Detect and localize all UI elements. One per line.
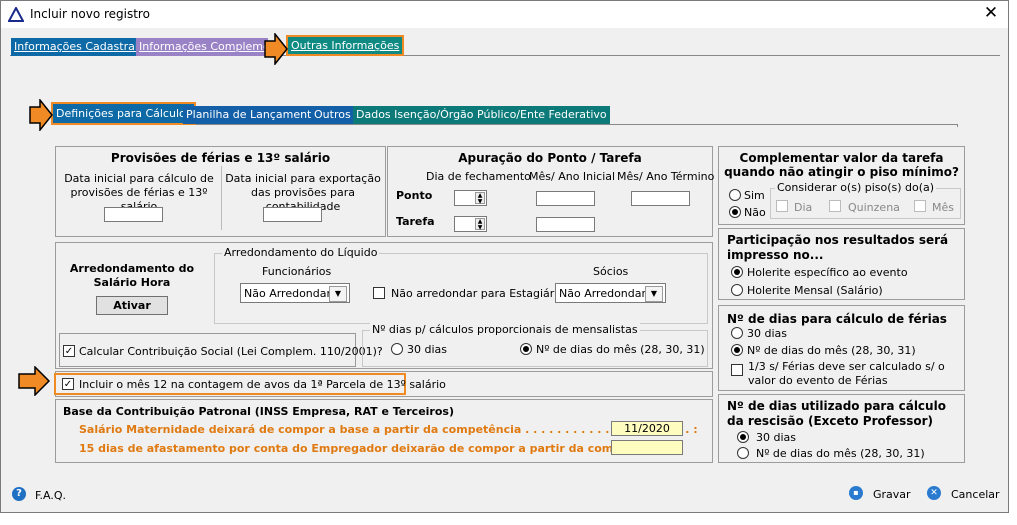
piso-mes-label: Mês — [932, 201, 954, 214]
contribuicao-social-label: Calcular Contribuição Social (Lei Comple… — [79, 345, 383, 358]
complementar-nao-radio[interactable] — [729, 206, 741, 218]
help-icon[interactable]: ? — [12, 487, 26, 501]
participacao-mensal-radio[interactable] — [731, 284, 743, 296]
apuracao-col-inicial: Mês/ Ano Inicial — [529, 170, 616, 183]
rescisao-30-radio[interactable] — [737, 431, 749, 443]
ferias-terco-checkbox[interactable] — [731, 364, 743, 376]
participacao-mensal-label: Holerite Mensal (Salário) — [747, 284, 883, 297]
orange-arrow-icon — [29, 99, 53, 131]
provisoes-calculo-input[interactable] — [104, 207, 163, 222]
app-logo-icon — [8, 7, 24, 22]
afastamento-input[interactable] — [611, 440, 683, 455]
ponto-termino-input[interactable] — [631, 191, 690, 206]
tab-outras-informacoes[interactable]: Outras Informações — [286, 35, 405, 56]
proporcionais-30-label: 30 dias — [407, 343, 448, 356]
rescisao-mes-label: Nº de dias do mês (28, 30, 31) — [756, 447, 925, 460]
funcionarios-select[interactable]: Não Arredondar ▼ — [240, 283, 350, 303]
tab-informacoes-complementares[interactable]: Informações Complementares — [136, 38, 268, 56]
orange-arrow-icon — [18, 366, 51, 396]
mes12-label: Incluir o mês 12 na contagem de avos da … — [79, 378, 446, 391]
proporcionais-mes-radio[interactable] — [520, 343, 532, 355]
title-bar — [1, 1, 1008, 28]
arredondamento-salario-title: Arredondamento do Salário Hora — [69, 262, 195, 289]
ferias-terco-label: 1/3 s/ Férias deve ser calculado s/ o va… — [748, 360, 945, 387]
tab-planilha-lancamentos[interactable]: Planilha de Lançamentos — [183, 106, 327, 124]
apuracao-row-tarefa: Tarefa — [396, 215, 435, 228]
ponto-inicial-input[interactable] — [536, 191, 595, 206]
estagiario-checkbox[interactable] — [373, 287, 385, 299]
ponto-fechamento-spinner[interactable]: ▲ ▼ — [454, 190, 487, 206]
mes12-checkbox[interactable]: ✓ — [62, 378, 74, 390]
tarefa-inicial-input[interactable] — [536, 217, 595, 232]
pisos-group-label: Considerar o(s) piso(s) do(a) — [775, 181, 937, 194]
faq-link[interactable]: F.A.Q. — [35, 489, 66, 502]
piso-dia-checkbox[interactable] — [776, 200, 788, 212]
tarefa-fechamento-spinner[interactable]: ▲ ▼ — [454, 216, 487, 232]
ativar-button[interactable]: Ativar — [96, 296, 168, 315]
proporcionais-30-radio[interactable] — [391, 343, 403, 355]
ferias-30-radio[interactable] — [731, 327, 743, 339]
provisoes-divider — [221, 166, 222, 230]
complementar-sim-label: Sim — [744, 189, 765, 202]
provisoes-exportacao-input[interactable] — [263, 207, 322, 222]
close-icon[interactable]: ✕ — [980, 2, 1002, 24]
tab-informacoes-cadastrais[interactable]: Informações Cadastrais — [11, 38, 147, 56]
chevron-down-icon: ▼ — [645, 286, 663, 302]
save-icon[interactable]: ▪ — [849, 486, 863, 500]
gravar-button[interactable]: Gravar — [873, 488, 911, 501]
complementar-nao-label: Não — [744, 206, 766, 219]
tab-definicoes-calculos[interactable]: Definições para Cálculos — [51, 102, 197, 125]
socios-select[interactable]: Não Arredondar ▼ — [555, 283, 666, 303]
apuracao-col-termino: Mês/ Ano Término — [617, 170, 715, 183]
ferias-mes-radio[interactable] — [731, 344, 743, 356]
afastamento-label: 15 dias de afastamento por conta do Empr… — [79, 442, 676, 455]
apuracao-row-ponto: Ponto — [396, 189, 433, 202]
cancel-icon[interactable]: ✕ — [927, 486, 941, 500]
participacao-especifico-label: Holerite específico ao evento — [747, 266, 908, 279]
base-patronal-title: Base da Contribuição Patronal (INSS Empr… — [63, 405, 454, 418]
apuracao-col-fechamento: Dia de fechamento — [426, 170, 531, 183]
funcionarios-label: Funcionários — [262, 265, 332, 278]
rescisao-mes-radio[interactable] — [737, 447, 749, 459]
arredondamento-liquido-label: Arredondamento do Líquido — [222, 246, 380, 259]
proporcionais-mes-label: Nº de dias do mês (28, 30, 31) — [536, 343, 705, 356]
piso-quinzena-label: Quinzena — [848, 201, 900, 214]
piso-quinzena-checkbox[interactable] — [829, 200, 841, 212]
contribuicao-social-checkbox[interactable]: ✓ — [63, 345, 75, 357]
rescisao-30-label: 30 dias — [756, 431, 797, 444]
socios-label: Sócios — [593, 265, 629, 278]
complementar-title: Complementar valor da tarefa quando não … — [724, 151, 959, 179]
window-title: Incluir novo registro — [30, 7, 150, 21]
ferias-dias-title: Nº de dias para cálculo de férias — [727, 312, 947, 326]
cancelar-button[interactable]: Cancelar — [951, 488, 1000, 501]
salario-maternidade-input[interactable]: 11/2020 — [611, 421, 683, 436]
provisoes-title: Provisões de férias e 13º salário — [110, 151, 331, 165]
piso-mes-checkbox[interactable] — [914, 200, 926, 212]
salario-maternidade-label: Salário Maternidade deixará de compor a … — [79, 423, 698, 436]
apuracao-title: Apuração do Ponto / Tarefa — [458, 151, 642, 165]
rescisao-title: Nº de dias utilizado para cálculo da res… — [727, 399, 946, 428]
complementar-sim-radio[interactable] — [729, 189, 741, 201]
participacao-especifico-radio[interactable] — [731, 266, 743, 278]
chevron-down-icon: ▼ — [329, 286, 347, 302]
orange-arrow-icon — [264, 33, 288, 65]
ferias-30-label: 30 dias — [747, 327, 788, 340]
participacao-title: Participação nos resultados será impress… — [727, 233, 949, 262]
piso-dia-label: Dia — [794, 201, 813, 214]
tab-dados-isencao[interactable]: Dados Isenção/Órgão Público/Ente Federat… — [353, 106, 610, 124]
tab-outros[interactable]: Outros — [311, 106, 354, 124]
ferias-mes-label: Nº de dias do mês (28, 30, 31) — [747, 344, 916, 357]
dias-proporcionais-label: Nº dias p/ cálculos proporcionais de men… — [370, 323, 640, 336]
estagiario-label: Não arredondar para Estagiário — [391, 287, 565, 300]
